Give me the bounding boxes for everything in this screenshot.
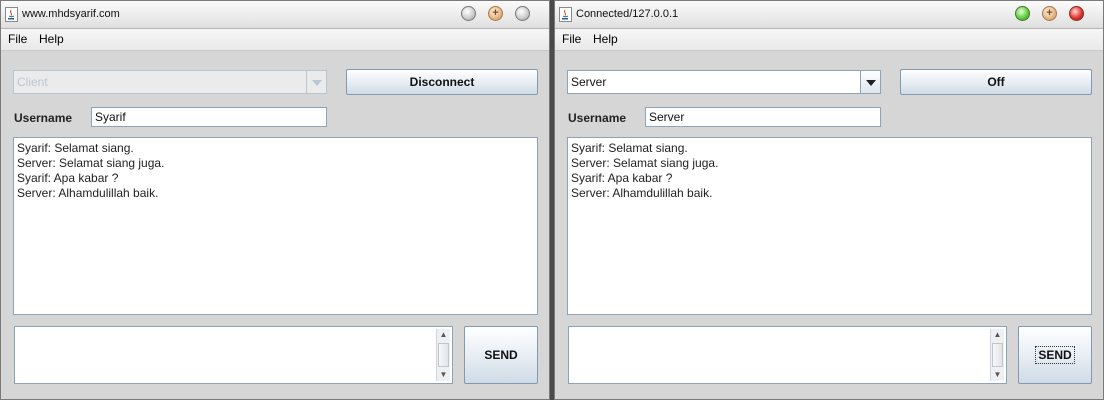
scrollbar-thumb[interactable]: [992, 343, 1003, 367]
message-scrollbar[interactable]: ▲ ▼: [436, 329, 450, 381]
minimize-icon[interactable]: [461, 6, 476, 21]
disconnect-button[interactable]: Disconnect: [346, 69, 538, 95]
off-button[interactable]: Off: [900, 69, 1092, 95]
chat-log[interactable]: Syarif: Selamat siang. Server: Selamat s…: [567, 137, 1092, 315]
maximize-icon[interactable]: +: [1042, 6, 1057, 21]
send-button[interactable]: SEND: [1018, 326, 1092, 384]
java-cup-icon: [559, 7, 572, 22]
chat-message: Server: Selamat siang juga.: [571, 156, 719, 170]
chat-message: Syarif: Selamat siang.: [17, 141, 134, 155]
message-scrollbar[interactable]: ▲ ▼: [990, 329, 1004, 381]
menubar: File Help: [1, 29, 549, 51]
arrow-down-icon[interactable]: ▼: [437, 369, 450, 381]
arrow-up-icon[interactable]: ▲: [437, 329, 450, 341]
chat-message: Server: Alhamdulillah baik.: [17, 186, 159, 200]
username-label: Username: [14, 111, 73, 125]
chat-log[interactable]: Syarif: Selamat siang. Server: Selamat s…: [13, 137, 538, 315]
java-cup-icon: [5, 7, 18, 22]
scrollbar-thumb[interactable]: [438, 343, 449, 367]
message-input[interactable]: ▲ ▼: [14, 326, 453, 384]
username-value: Syarif: [95, 110, 126, 124]
server-window: Connected/127.0.0.1 + File Help Server O…: [554, 0, 1104, 400]
username-value: Server: [649, 110, 685, 124]
chat-message: Syarif: Selamat siang.: [571, 141, 688, 155]
mode-select-value: Client: [17, 75, 48, 89]
send-button-label: SEND: [1035, 346, 1075, 364]
chevron-down-icon[interactable]: [860, 71, 880, 93]
chat-message: Syarif: Apa kabar ?: [17, 171, 119, 185]
mode-select-value: Server: [571, 75, 607, 89]
chat-message: Syarif: Apa kabar ?: [571, 171, 673, 185]
chat-message: Server: Selamat siang juga.: [17, 156, 165, 170]
arrow-up-icon[interactable]: ▲: [991, 329, 1004, 341]
close-icon[interactable]: [515, 6, 530, 21]
minimize-icon[interactable]: [1015, 6, 1030, 21]
username-field[interactable]: Server: [645, 107, 881, 127]
window-title: Connected/127.0.0.1: [576, 8, 679, 20]
window-title: www.mhdsyarif.com: [22, 8, 120, 20]
maximize-icon[interactable]: +: [488, 6, 503, 21]
username-label: Username: [568, 111, 627, 125]
close-icon[interactable]: [1069, 6, 1084, 21]
menu-help[interactable]: Help: [593, 32, 618, 46]
menu-help[interactable]: Help: [39, 32, 64, 46]
menu-file[interactable]: File: [562, 32, 581, 46]
chat-message: Server: Alhamdulillah baik.: [571, 186, 713, 200]
menubar: File Help: [555, 29, 1103, 51]
chevron-down-icon[interactable]: [306, 71, 326, 93]
client-titlebar[interactable]: www.mhdsyarif.com +: [1, 1, 549, 29]
server-titlebar[interactable]: Connected/127.0.0.1 +: [555, 1, 1103, 29]
mode-select[interactable]: Client: [13, 70, 327, 94]
message-input[interactable]: ▲ ▼: [568, 326, 1007, 384]
menu-file[interactable]: File: [8, 32, 27, 46]
client-window: www.mhdsyarif.com + File Help Client Dis…: [0, 0, 550, 400]
mode-select[interactable]: Server: [567, 70, 881, 94]
send-button[interactable]: SEND: [464, 326, 538, 384]
arrow-down-icon[interactable]: ▼: [991, 369, 1004, 381]
send-button-label: SEND: [484, 348, 518, 362]
username-field[interactable]: Syarif: [91, 107, 327, 127]
